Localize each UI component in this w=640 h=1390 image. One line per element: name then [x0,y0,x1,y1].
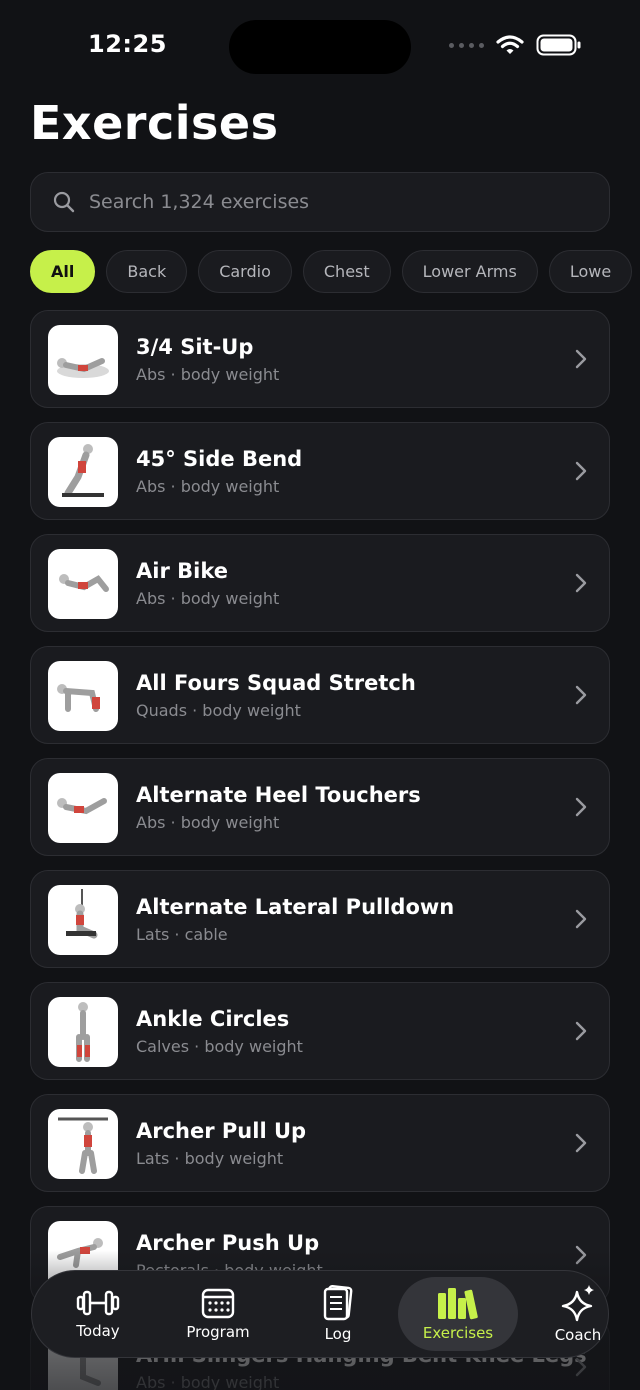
chevron-right-icon [575,1133,587,1153]
exercise-meta: Abs · body weight [136,589,280,608]
exercise-card[interactable]: 45° Side Bend Abs · body weight [30,422,610,520]
exercise-name: Alternate Lateral Pulldown [136,895,455,919]
exercise-meta: Lats · body weight [136,1149,284,1168]
tab-today-label: Today [76,1322,120,1340]
exercise-thumbnail [48,437,118,507]
exercise-thumbnail [48,997,118,1067]
chevron-right-icon [575,349,587,369]
tab-program[interactable]: Program [158,1277,278,1351]
exercise-card[interactable]: Archer Pull Up Lats · body weight [30,1094,610,1192]
tab-coach-label: Coach [554,1326,602,1344]
exercise-thumbnail [48,325,118,395]
page-title: Exercises [30,96,279,150]
exercises-screen: 12:25 Exercises All Back Cardio Chest Lo… [0,0,640,1390]
wifi-icon [496,35,524,54]
filter-chips: All Back Cardio Chest Lower Arms Lowe [30,250,640,294]
tab-today[interactable]: Today [38,1277,158,1351]
tab-program-label: Program [186,1323,250,1341]
tab-log[interactable]: Log [278,1277,398,1351]
exercise-thumbnail [48,885,118,955]
exercise-meta: Abs · body weight [136,1373,280,1390]
status-time: 12:25 [88,30,167,58]
exercise-name: Alternate Heel Touchers [136,783,421,807]
exercise-meta: Abs · body weight [136,477,280,496]
exercise-name: Ankle Circles [136,1007,290,1031]
chevron-right-icon [575,573,587,593]
exercise-card[interactable]: Ankle Circles Calves · body weight [30,982,610,1080]
chevron-right-icon [575,1245,587,1265]
exercise-meta: Lats · cable [136,925,228,944]
sparkle-icon [561,1285,594,1322]
chevron-right-icon [575,797,587,817]
exercise-meta: Calves · body weight [136,1037,303,1056]
filter-chip-lower-arms[interactable]: Lower Arms [401,250,538,293]
search-input[interactable] [89,191,569,213]
exercise-meta: Abs · body weight [136,813,280,832]
exercise-card[interactable]: 3/4 Sit-Up Abs · body weight [30,310,610,408]
chevron-right-icon [575,909,587,929]
chevron-right-icon [575,685,587,705]
exercise-thumbnail [48,773,118,843]
exercise-thumbnail [48,549,118,619]
battery-icon [536,34,581,56]
filter-chip-lower-legs[interactable]: Lowe [548,250,633,293]
library-icon [438,1288,478,1320]
filter-chip-all[interactable]: All [30,250,96,293]
exercise-card[interactable]: Alternate Lateral Pulldown Lats · cable [30,870,610,968]
tab-bar: Today Program Log Exercises Coach [31,1270,609,1358]
exercise-thumbnail [48,1109,118,1179]
dynamic-island [229,20,411,74]
notebook-icon [323,1285,353,1321]
exercise-name: Air Bike [136,559,228,583]
exercise-name: 3/4 Sit-Up [136,335,254,359]
tab-coach[interactable]: Coach [518,1277,638,1351]
exercise-meta: Abs · body weight [136,365,280,384]
exercise-card[interactable]: All Fours Squad Stretch Quads · body wei… [30,646,610,744]
chevron-right-icon [575,1357,587,1377]
exercise-meta: Quads · body weight [136,701,301,720]
filter-chip-chest[interactable]: Chest [302,250,391,293]
exercise-card[interactable]: Air Bike Abs · body weight [30,534,610,632]
calendar-icon [201,1288,235,1319]
chevron-right-icon [575,1021,587,1041]
tab-exercises-label: Exercises [422,1324,494,1342]
exercise-name: Archer Pull Up [136,1119,307,1143]
exercise-thumbnail [48,661,118,731]
filter-chip-back[interactable]: Back [106,250,188,293]
exercise-name: Archer Push Up [136,1231,320,1255]
search-bar[interactable] [30,172,610,232]
exercise-name: All Fours Squad Stretch [136,671,416,695]
status-icons [449,34,582,56]
tab-exercises[interactable]: Exercises [398,1277,518,1351]
tab-log-label: Log [324,1325,352,1343]
search-icon [53,191,75,213]
cellular-signal-icon [449,42,484,48]
filter-chip-cardio[interactable]: Cardio [198,250,292,293]
chevron-right-icon [575,461,587,481]
dumbbell-icon [76,1290,120,1316]
exercise-card[interactable]: Alternate Heel Touchers Abs · body weigh… [30,758,610,856]
exercise-name: 45° Side Bend [136,447,303,471]
